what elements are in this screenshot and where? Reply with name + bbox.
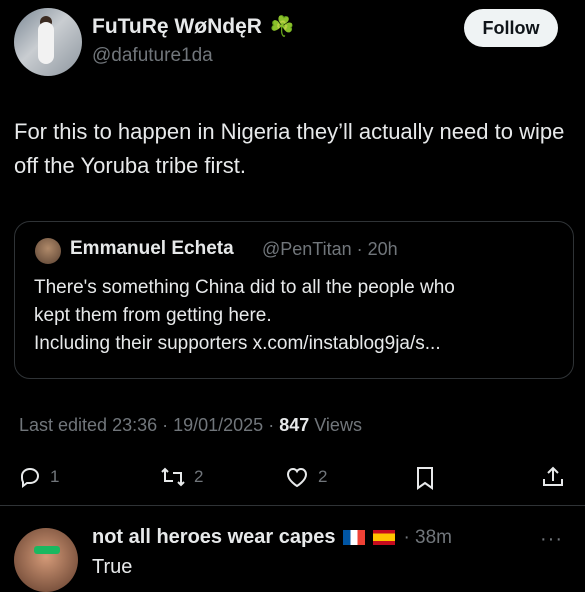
quoted-text-line: kept them from getting here. [34,305,272,326]
quoted-tweet-text: There's something China did to all the p… [34,274,559,358]
reply-icon [21,467,40,488]
repost-icon [161,467,185,487]
quoted-text-line: There's something China did to all the p… [34,277,455,298]
quoted-author-meta: @PenTitan · 20h [262,239,398,259]
edit-timestamp-views: Last edited 23:36 · 19/01/2025 · 847 Vie… [19,415,362,436]
share-icon [543,466,563,486]
like-count: 2 [318,467,328,486]
reply-author-avatar[interactable] [14,528,78,592]
reply-text: True [92,556,133,578]
repost-count: 2 [194,467,204,486]
quoted-author-avatar[interactable] [35,238,61,264]
avatar-figure-body [38,22,54,64]
share-action[interactable] [540,464,566,490]
views-count: 847 [279,415,310,435]
reply-author-name[interactable]: not all heroes wear capes [92,526,335,549]
like-action[interactable]: 2 [284,465,327,489]
bookmark-action[interactable] [414,465,436,491]
author-name[interactable]: FuTuRę WøNdęR [92,15,262,39]
avatar-glasses [34,546,60,554]
more-options-icon[interactable]: ··· [540,528,563,551]
author-handle[interactable]: @dafuture1da [92,45,213,67]
follow-button[interactable]: Follow [464,9,558,47]
reply-action[interactable]: 1 [18,465,59,489]
heart-icon [286,467,308,488]
reply-count: 1 [50,467,60,486]
quoted-text-line: Including their supporters x.com/instabl… [34,333,441,354]
reply-author-row[interactable]: not all heroes wear capes · 38m [92,526,452,549]
author-name-row[interactable]: FuTuRę WøNdęR ☘️ [92,14,295,39]
divider [0,505,585,506]
spain-flag-icon [373,530,396,545]
reply-time: · 38m [403,526,453,548]
edited-label[interactable]: Last edited 23:36 · 19/01/2025 · [19,415,279,435]
bookmark-icon [417,467,433,490]
views-label: Views [309,415,362,435]
tweet-text: For this to happen in Nigeria they’ll ac… [14,119,565,178]
clover-icon: ☘️ [269,16,295,38]
quoted-author-name[interactable]: Emmanuel Echeta [70,238,234,260]
author-avatar[interactable] [14,8,82,76]
repost-action[interactable]: 2 [160,465,203,489]
france-flag-icon [343,530,366,545]
